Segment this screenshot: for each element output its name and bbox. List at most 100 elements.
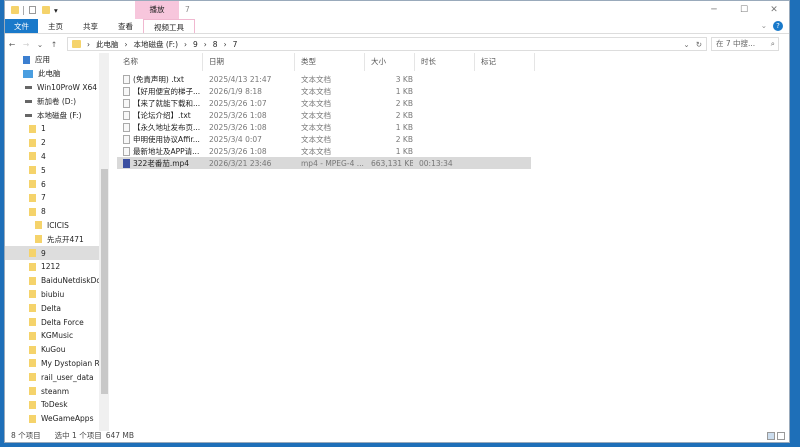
- breadcrumb-drive-f[interactable]: 本地磁盘 (F:): [134, 39, 179, 50]
- file-type: mp4 - MPEG-4 ...: [301, 158, 364, 168]
- file-row[interactable]: 322老番茄.mp4 2026/3/21 23:46 mp4 - MPEG-4 …: [117, 157, 531, 169]
- tab-file[interactable]: 文件: [5, 19, 38, 33]
- sidebar-item[interactable]: My Dystopian Ro: [5, 357, 109, 371]
- sidebar-item[interactable]: 9: [5, 246, 99, 260]
- address-bar[interactable]: › 此电脑 › 本地磁盘 (F:) › 9 › 8 › 7 ⌄ ↻: [67, 37, 707, 51]
- sidebar-item[interactable]: BaiduNetdiskDov: [5, 274, 109, 288]
- column-tags[interactable]: 标记: [475, 53, 535, 71]
- tab-video-tools[interactable]: 视频工具: [143, 19, 195, 33]
- column-date[interactable]: 日期: [203, 53, 295, 71]
- sidebar-item[interactable]: 4: [5, 150, 109, 164]
- sidebar-scroll-thumb[interactable]: [101, 169, 108, 394]
- sidebar-item[interactable]: rail_user_data: [5, 370, 109, 384]
- refresh-icon[interactable]: ↻: [696, 40, 706, 49]
- context-tab-play[interactable]: 播放: [135, 1, 179, 19]
- folder-icon: [35, 221, 42, 230]
- sidebar-item[interactable]: KuGou: [5, 343, 109, 357]
- sidebar-item[interactable]: WeGameApps: [5, 412, 109, 426]
- column-name[interactable]: 名称: [117, 53, 203, 71]
- file-row[interactable]: 【永久地址发布页... 2025/3/26 1:08 文本文档 1 KB: [117, 121, 787, 133]
- forward-button[interactable]: →: [19, 40, 33, 49]
- file-name: 【永久地址发布页...: [117, 122, 203, 133]
- sidebar-item[interactable]: 1: [5, 122, 109, 136]
- tab-share[interactable]: 共享: [73, 19, 108, 33]
- sidebar-item[interactable]: 8: [5, 205, 109, 219]
- sidebar-item[interactable]: Delta Force: [5, 315, 109, 329]
- column-size[interactable]: 大小: [365, 53, 415, 71]
- file-row[interactable]: 【好用便宜的梯子... 2026/1/9 8:18 文本文档 1 KB: [117, 85, 787, 97]
- sidebar-item[interactable]: 7: [5, 191, 109, 205]
- file-row[interactable]: 最新地址及APP请... 2025/3/26 1:08 文本文档 1 KB: [117, 145, 787, 157]
- folder-icon: [29, 180, 36, 189]
- search-icon: ⌕: [770, 39, 775, 48]
- file-list: 名称 日期 类型 大小 时长 标记 (免責声明) .txt 2025/4/13 …: [117, 53, 787, 169]
- sidebar-item-label: 5: [41, 165, 46, 175]
- sidebar-item[interactable]: 2: [5, 136, 109, 150]
- sidebar-item[interactable]: 1212: [5, 260, 109, 274]
- sidebar-item-label: 2: [41, 138, 46, 148]
- sidebar-item-label: Delta Force: [41, 317, 84, 327]
- new-folder-icon[interactable]: [42, 6, 50, 14]
- tab-home[interactable]: 主页: [38, 19, 73, 33]
- help-icon[interactable]: ?: [773, 21, 783, 31]
- file-row[interactable]: 【论坛介绍】.txt 2025/3/26 1:08 文本文档 2 KB: [117, 109, 787, 121]
- sidebar-item[interactable]: KGMusic: [5, 329, 109, 343]
- file-name: (免責声明) .txt: [117, 74, 203, 85]
- back-button[interactable]: ←: [5, 40, 19, 49]
- tab-view[interactable]: 查看: [108, 19, 143, 33]
- file-size: 2 KB: [395, 134, 413, 144]
- sidebar-item[interactable]: Delta: [5, 301, 109, 315]
- file-size: 663,131 KB: [371, 158, 413, 168]
- text-file-icon: [123, 99, 130, 108]
- sidebar-item[interactable]: 此电脑: [5, 67, 109, 81]
- maximize-button[interactable]: ☐: [729, 1, 759, 19]
- file-name: 【论坛介绍】.txt: [117, 110, 203, 121]
- sidebar-item[interactable]: 6: [5, 177, 109, 191]
- sidebar-item-label: 1: [41, 124, 46, 134]
- file-size: 1 KB: [395, 122, 413, 132]
- text-file-icon: [123, 75, 130, 84]
- file-row[interactable]: 申明使用协议Affir... 2025/3/4 0:07 文本文档 2 KB: [117, 133, 787, 145]
- sidebar-item[interactable]: Win10ProW X64 (C: [5, 81, 109, 95]
- sidebar-item[interactable]: 本地磁盘 (F:): [5, 108, 109, 122]
- file-name: 【好用便宜的梯子...: [117, 86, 203, 97]
- breadcrumb-9[interactable]: 9: [193, 40, 198, 49]
- sidebar-item[interactable]: 应用: [5, 53, 109, 67]
- file-row[interactable]: (免責声明) .txt 2025/4/13 21:47 文本文档 3 KB: [117, 73, 787, 85]
- column-headers: 名称 日期 类型 大小 时长 标记: [117, 53, 787, 71]
- quick-access-dropdown-icon[interactable]: ▾: [54, 6, 58, 15]
- file-type: 文本文档: [301, 110, 331, 120]
- up-button[interactable]: ↑: [47, 40, 61, 49]
- file-size: 2 KB: [395, 98, 413, 108]
- text-file-icon: [123, 147, 130, 156]
- recent-dropdown[interactable]: ⌄: [33, 40, 47, 49]
- apps-icon: [23, 55, 30, 64]
- minimize-button[interactable]: ─: [699, 1, 729, 19]
- text-file-icon: [123, 123, 130, 132]
- close-button[interactable]: ✕: [759, 1, 789, 19]
- breadcrumb-7[interactable]: 7: [233, 40, 238, 49]
- expand-ribbon-icon[interactable]: ⌄: [761, 21, 767, 30]
- sidebar-item[interactable]: 新加卷 (D:): [5, 94, 109, 108]
- folder-icon: [72, 40, 81, 48]
- details-view-button[interactable]: [767, 432, 775, 440]
- sidebar-item[interactable]: ICICIS: [5, 219, 109, 233]
- file-row[interactable]: 【来了就能下载和... 2025/3/26 1:07 文本文档 2 KB: [117, 97, 787, 109]
- text-file-icon: [123, 135, 130, 144]
- sidebar-item[interactable]: steanm: [5, 384, 109, 398]
- sidebar-item[interactable]: biubiu: [5, 288, 109, 302]
- properties-icon[interactable]: [29, 6, 36, 14]
- file-size: 1 KB: [395, 86, 413, 96]
- column-type[interactable]: 类型: [295, 53, 365, 71]
- column-duration[interactable]: 时长: [415, 53, 475, 71]
- search-input[interactable]: 在 7 中搜... ⌕: [711, 37, 779, 51]
- sidebar-item[interactable]: 先点开471: [5, 232, 109, 246]
- address-dropdown-icon[interactable]: ⌄: [683, 40, 689, 49]
- folder-icon: [29, 249, 36, 258]
- sidebar-item[interactable]: 5: [5, 163, 109, 177]
- breadcrumb-8[interactable]: 8: [213, 40, 218, 49]
- breadcrumb-this-pc[interactable]: 此电脑: [96, 39, 119, 50]
- file-name: 申明使用协议Affir...: [117, 134, 203, 145]
- large-icons-view-button[interactable]: [777, 432, 785, 440]
- sidebar-item[interactable]: ToDesk: [5, 398, 109, 412]
